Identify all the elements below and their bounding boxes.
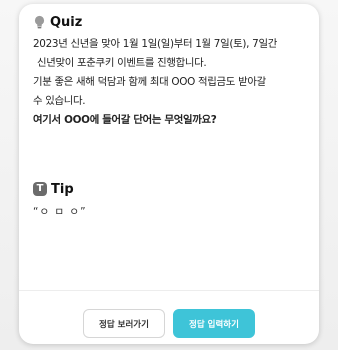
quiz-card: Quiz 2023년 신년을 맞아 1월 1일(일)부터 1월 7일(토), 7… bbox=[19, 4, 319, 344]
quiz-line-3: 기분 좋은 새해 덕담과 함께 최대 OOO 적립금도 받아갈 bbox=[33, 76, 266, 88]
footer-divider bbox=[19, 290, 319, 291]
quiz-title: Quiz bbox=[50, 14, 83, 30]
quiz-line-5: 여기서 OOO에 들어갈 단어는 무엇일까요? bbox=[33, 114, 217, 126]
enter-answer-button[interactable]: 정답 입력하기 bbox=[173, 309, 255, 338]
quiz-line-1: 2023년 신년을 맞아 1월 1일(일)부터 1월 7일(토), 7일간 bbox=[33, 38, 277, 50]
tip-icon: T bbox=[33, 182, 47, 196]
quiz-question: 2023년 신년을 맞아 1월 1일(일)부터 1월 7일(토), 7일간 신년… bbox=[33, 35, 305, 130]
quiz-header: Quiz bbox=[33, 13, 305, 31]
tip-title: Tip bbox=[51, 181, 74, 197]
lightbulb-icon bbox=[34, 15, 45, 28]
tip-header: T Tip bbox=[33, 180, 305, 198]
quiz-modal-backdrop: Quiz 2023년 신년을 맞아 1월 1일(일)부터 1월 7일(토), 7… bbox=[0, 0, 338, 350]
tip-hint: “ㅇ ㅁ ㅇ” bbox=[33, 206, 87, 218]
quiz-line-2: 신년맞이 포춘쿠키 이벤트를 진행합니다. bbox=[37, 57, 207, 69]
show-answer-button[interactable]: 정답 보러가기 bbox=[83, 309, 165, 338]
quiz-line-4: 수 있습니다. bbox=[33, 95, 86, 107]
button-row: 정답 보러가기 정답 입력하기 bbox=[19, 309, 319, 338]
